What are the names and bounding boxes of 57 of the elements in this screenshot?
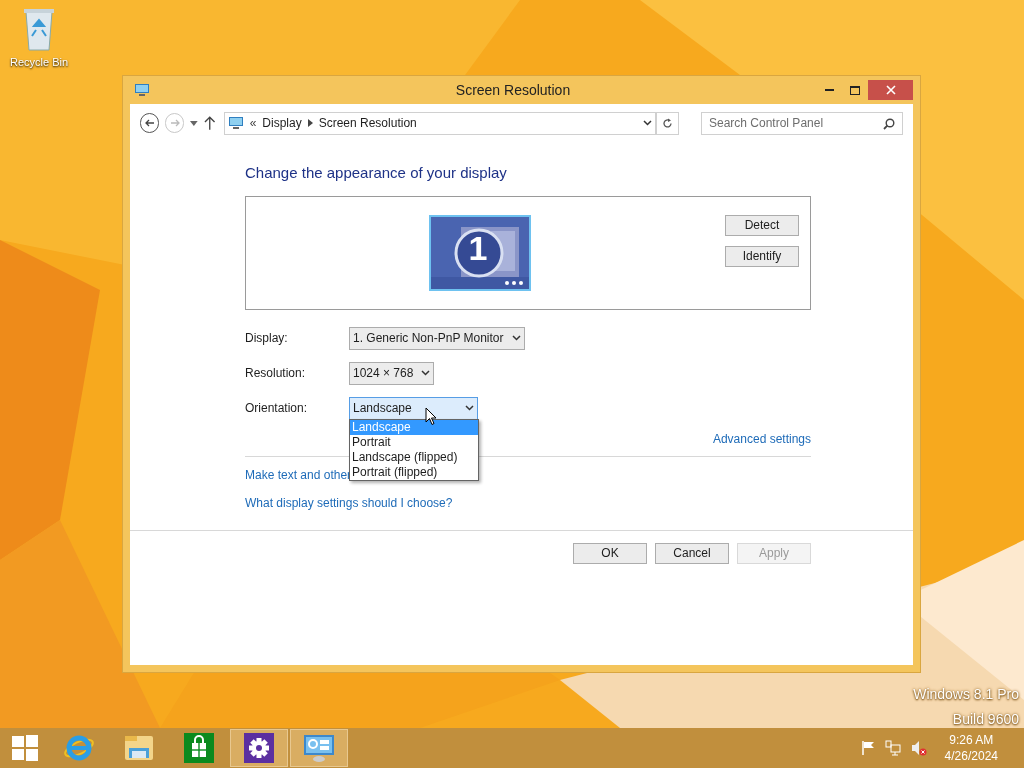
breadcrumb-overflow[interactable]: « [249,114,257,132]
folder-icon [123,734,155,762]
shopping-bag-icon [184,733,214,763]
page-heading: Change the appearance of your display [245,163,508,183]
chevron-down-icon [511,335,521,341]
breadcrumb-item[interactable]: Screen Resolution [318,114,417,132]
address-bar[interactable]: « Display Screen Resolution [223,111,656,135]
dialog-button[interactable]: OK [573,542,647,564]
dropdown-option[interactable]: Landscape (flipped) [350,449,478,465]
refresh-button[interactable] [655,111,679,135]
dialog-button[interactable]: Cancel [655,542,729,564]
refresh-icon [661,117,673,129]
search-icon [883,117,895,130]
edition-text: Windows 8.1 Pro [913,685,1019,704]
arrow-up-icon[interactable] [204,116,216,130]
monitor-number: 1 [468,228,488,269]
gear-icon [244,733,274,763]
advanced-settings-link[interactable]: Advanced settings [712,429,811,448]
chevron-down-icon [642,120,652,126]
dropdown-select[interactable]: Landscape [349,396,478,420]
help-link[interactable]: Make text and other [245,465,352,484]
network-icon[interactable] [884,740,901,756]
arrow-left-icon [144,119,155,127]
edition-text: Build 9600 [952,710,1019,729]
desktop-icon-label: Recycle Bin [9,55,69,70]
clock-date: 4/26/2024 [944,748,998,764]
browser-icon [63,733,95,763]
dropdown-option[interactable]: Portrait [350,434,478,450]
windows-logo-icon [12,735,38,761]
recent-pages-icon[interactable] [190,120,199,126]
close-icon [885,85,896,95]
field-label: Orientation: [245,400,309,417]
monitor-tile[interactable]: 1 [429,214,531,291]
search-field[interactable]: Search Control Panel [701,111,903,135]
chevron-down-icon [421,370,431,376]
speaker-muted-icon[interactable] [910,740,927,756]
control-panel-icon [303,733,335,763]
flag-icon[interactable] [860,740,875,756]
field-label: Display: [245,330,289,347]
recycle-bin-icon[interactable] [22,6,56,52]
chevron-down-icon [465,405,474,411]
dropdown-select[interactable]: 1. Generic Non-PnP Monitor [349,326,525,350]
clock-time: 9:26 AM [949,732,994,748]
taskbar-app-button[interactable] [290,729,348,767]
field-label: Resolution: [245,365,307,382]
panel-action-button[interactable]: Identify [725,245,799,267]
taskbar-app-button[interactable] [230,729,288,767]
dropdown-option[interactable]: Portrait (flipped) [350,464,478,480]
monitor-icon [227,116,244,130]
arrow-right-icon [169,119,180,127]
panel-action-button[interactable]: Detect [725,214,799,236]
window-title: Screen Resolution [454,80,572,100]
help-link[interactable]: What display settings should I choose? [245,493,453,512]
breadcrumb-item[interactable]: Display [262,114,302,132]
monitor-icon [134,83,150,97]
breadcrumb-separator-icon [307,119,313,127]
dropdown-select[interactable]: 1024 × 768 [349,361,435,385]
